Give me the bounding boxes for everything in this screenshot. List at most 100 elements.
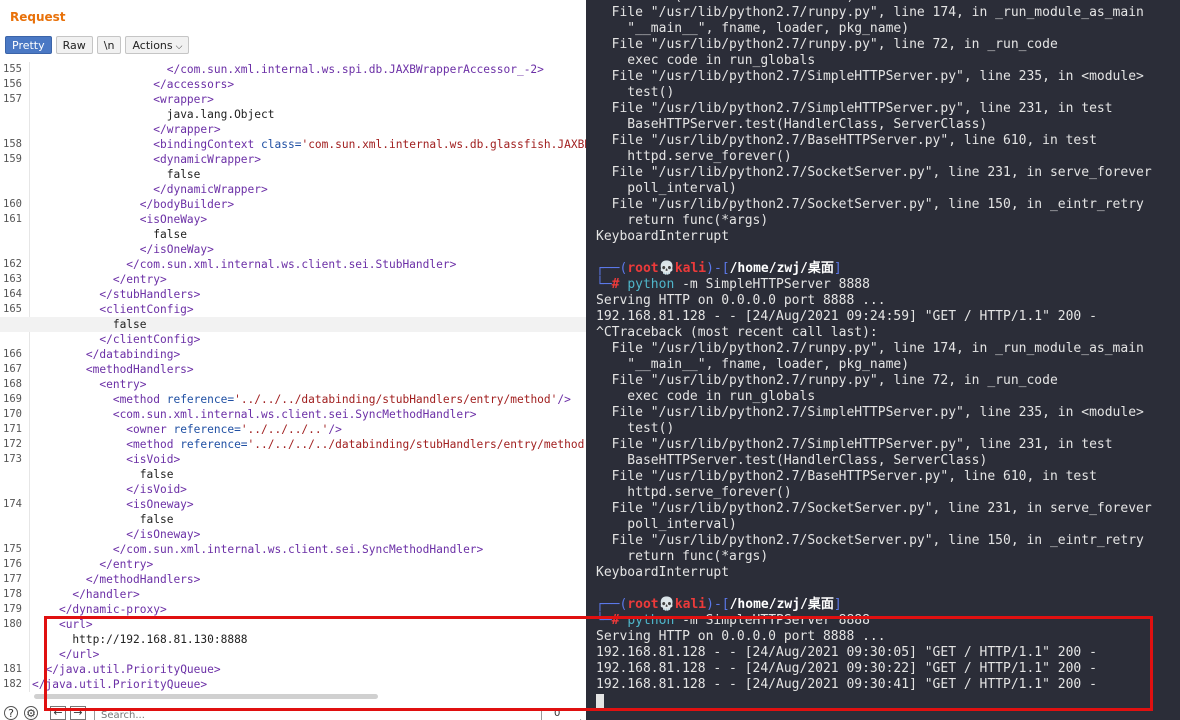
code-text: </accessors> [32, 77, 234, 92]
terminal-command: └─# python -m SimpleHTTPServer 8888 [596, 613, 870, 629]
xml-tag: <clientConfig> [99, 303, 194, 316]
terminal-line: KeyboardInterrupt [596, 229, 730, 244]
xml-tag: /> [557, 393, 571, 406]
line-number: 173 [3, 453, 22, 465]
code-line: 174 <isOneway> [0, 497, 586, 512]
code-text: <isOneWay> [32, 212, 207, 227]
terminal-line: File "/usr/lib/python2.7/BaseHTTPServer.… [596, 469, 1097, 484]
line-number: 182 [3, 678, 22, 690]
code-text: </bodyBuilder> [32, 197, 234, 212]
command-exe: python [627, 613, 675, 628]
xml-attr-value: '../../../../databinding/stubHandlers/en… [247, 438, 586, 451]
code-text: false [32, 227, 187, 242]
xml-tag: </com.sun.xml.internal.ws.client.sei.Syn… [112, 543, 484, 556]
xml-attr-value: '../../../databinding/stubHandlers/entry… [234, 393, 558, 406]
xml-tag: </dynamicWrapper> [153, 183, 268, 196]
panel-title: Request [10, 10, 66, 24]
terminal-line: poll_interval) [596, 517, 737, 532]
xml-tag: <wrapper> [153, 93, 214, 106]
chevron-down-icon: ⌵ [175, 42, 183, 52]
code-line: 165 <clientConfig> [0, 302, 586, 317]
xml-tag: </isVoid> [126, 483, 187, 496]
line-number: 166 [3, 348, 22, 360]
xml-text: false [153, 228, 187, 241]
xml-tag: <url> [58, 618, 93, 631]
code-line: </wrapper> [0, 122, 586, 137]
xml-tag: </dynamic-proxy> [58, 603, 167, 616]
code-text: </entry> [32, 557, 153, 572]
terminal-line: File "/usr/lib/python2.7/SimpleHTTPServe… [596, 69, 1144, 84]
line-number: 172 [3, 438, 22, 450]
terminal-line: BaseHTTPServer.test(HandlerClass, Server… [596, 453, 988, 468]
terminal-line: 192.168.81.128 - - [24/Aug/2021 09:30:22… [596, 661, 1097, 676]
line-number: 157 [3, 93, 22, 105]
xml-tag: </isOneway> [126, 528, 201, 541]
xml-tag: </com.sun.xml.internal.ws.spi.db.JAXBWra… [166, 63, 544, 76]
code-line: false [0, 512, 586, 527]
xml-tag: <method [112, 393, 167, 406]
tab-raw[interactable]: Raw [55, 36, 93, 54]
xml-attr-name: reference= [173, 423, 241, 436]
xml-attr-value: 'com.sun.xml.internal.ws.db.glassfish.JA… [301, 138, 586, 151]
xml-text: false [139, 513, 174, 526]
line-number: 156 [3, 78, 22, 90]
prompt-segment: root [627, 261, 659, 276]
xml-attr-value: '../../../..' [240, 423, 329, 436]
code-editor[interactable]: 155 </com.sun.xml.internal.ws.spi.db.JAX… [0, 62, 586, 692]
back-arrow-icon[interactable]: ← [50, 706, 66, 720]
line-number: 171 [3, 423, 22, 435]
xml-tag: </java.util.PriorityQueue> [45, 663, 221, 676]
code-line: 161 <isOneWay> [0, 212, 586, 227]
xml-tag: <dynamicWrapper> [153, 153, 262, 166]
code-text: </stubHandlers> [32, 287, 200, 302]
search-input[interactable] [94, 708, 542, 720]
forward-arrow-icon[interactable]: → [70, 706, 86, 720]
code-text: </isVoid> [32, 482, 187, 497]
code-text: </url> [32, 647, 99, 662]
terminal-window[interactable]: Traceback (most recent call last): File … [586, 0, 1180, 720]
line-number: 180 [3, 618, 22, 630]
code-line: 159 <dynamicWrapper> [0, 152, 586, 167]
terminal-line: httpd.serve_forever() [596, 485, 792, 500]
terminal-line: test() [596, 421, 675, 436]
code-line: 182 </java.util.PriorityQueue> [0, 677, 586, 692]
terminal-line: File "/usr/lib/python2.7/runpy.py", line… [596, 341, 1144, 356]
terminal-line: KeyboardInterrupt [596, 565, 730, 580]
code-line: </isOneway> [0, 527, 586, 542]
code-text: </wrapper> [32, 122, 220, 137]
xml-tag: </methodHandlers> [85, 573, 201, 586]
code-line: 175 </com.sun.xml.internal.ws.client.sei… [0, 542, 586, 557]
help-icon[interactable]: ? [4, 706, 18, 720]
terminal-line: return func(*args) [596, 213, 769, 228]
xml-tag: </java.util.PriorityQueue> [32, 678, 208, 691]
gear-icon[interactable]: ⚙ [24, 706, 38, 720]
code-text: </handler> [32, 587, 139, 602]
prompt-segment: )-[ [706, 597, 730, 612]
terminal-line: File "/usr/lib/python2.7/SimpleHTTPServe… [596, 101, 1113, 116]
terminal-line: File "/usr/lib/python2.7/runpy.py", line… [596, 37, 1058, 52]
terminal-line: File "/usr/lib/python2.7/SocketServer.py… [596, 501, 1152, 516]
code-text: false [32, 317, 147, 332]
prompt-segment: /home/zwj/桌面 [729, 597, 834, 612]
command-args: -m SimpleHTTPServer 8888 [674, 277, 870, 292]
code-text: </dynamic-proxy> [32, 602, 167, 617]
terminal-line: httpd.serve_forever() [596, 149, 792, 164]
xml-tag: /> [328, 423, 342, 436]
xml-text: false [166, 168, 201, 181]
xml-tag: <owner [126, 423, 174, 436]
actions-dropdown[interactable]: Actions ⌵ [125, 36, 190, 54]
code-line: 176 </entry> [0, 557, 586, 572]
line-number: 181 [3, 663, 22, 675]
xml-tag: <methodHandlers> [85, 363, 194, 376]
code-text: </com.sun.xml.internal.ws.client.sei.Syn… [32, 542, 483, 557]
tab-pretty[interactable]: Pretty [5, 36, 52, 54]
prompt-hash: # [611, 613, 628, 628]
code-text: </isOneway> [32, 527, 200, 542]
xml-tag: </accessors> [153, 78, 235, 91]
line-number: 162 [3, 258, 22, 270]
line-number: 164 [3, 288, 22, 300]
terminal-line: Serving HTTP on 0.0.0.0 port 8888 ... [596, 629, 886, 644]
newline-toggle[interactable]: \n [96, 36, 122, 54]
terminal-line: test() [596, 85, 675, 100]
horizontal-scrollbar[interactable] [34, 694, 378, 699]
